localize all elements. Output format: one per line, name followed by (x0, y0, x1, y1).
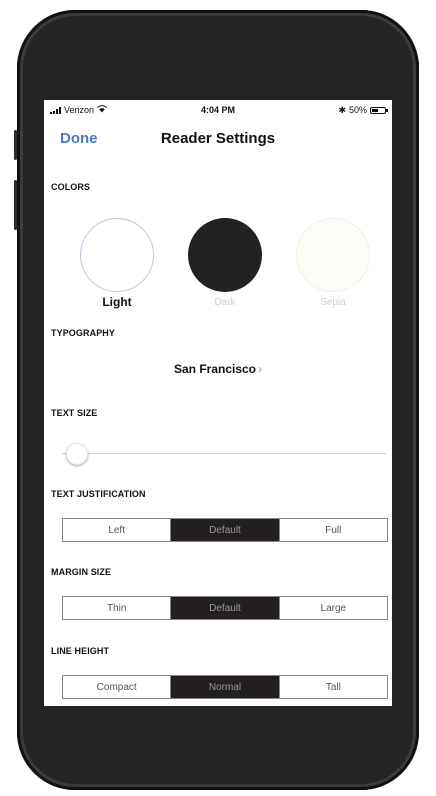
text-size-section-label: TEXT SIZE (51, 408, 98, 418)
color-label-sepia: Sepia (320, 297, 346, 308)
slider-thumb[interactable] (66, 443, 88, 465)
font-name: San Francisco (173, 362, 257, 376)
justification-section-label: TEXT JUSTIFICATION (51, 489, 146, 499)
justification-option-full[interactable]: Full (280, 519, 387, 541)
nav-bar: Done Reader Settings (44, 128, 392, 152)
color-swatch-light[interactable] (80, 218, 154, 292)
volume-button (14, 180, 17, 230)
margin-section-label: MARGIN SIZE (51, 567, 112, 577)
justification-control: Left Default Full (62, 518, 388, 542)
colors-section-label: COLORS (51, 182, 91, 192)
font-selector[interactable]: San Francisco › (44, 362, 392, 376)
reader-settings-screen: Verizon 4:04 PM ✱ 50% Done Reader Settin… (44, 100, 392, 706)
margin-control: Thin Default Large (62, 596, 388, 620)
justification-option-default[interactable]: Default (171, 519, 280, 541)
slider-track (62, 453, 386, 454)
margin-option-large[interactable]: Large (280, 597, 387, 619)
line-height-option-tall[interactable]: Tall (280, 676, 387, 698)
text-size-slider[interactable] (62, 443, 386, 470)
status-time: 4:04 PM (200, 105, 235, 115)
typography-section-label: TYPOGRAPHY (51, 328, 116, 338)
page-title: Reader Settings (160, 130, 276, 147)
line-height-option-normal[interactable]: Normal (171, 676, 280, 698)
battery-icon (370, 106, 388, 114)
line-height-option-compact[interactable]: Compact (63, 676, 172, 698)
side-button (14, 130, 17, 160)
color-label-light: Light (102, 295, 132, 309)
chevron-right-icon: › (258, 362, 263, 376)
status-bar: Verizon 4:04 PM ✱ 50% (50, 104, 388, 116)
line-height-control: Compact Normal Tall (62, 675, 388, 699)
line-height-section-label: LINE HEIGHT (51, 646, 110, 656)
color-swatch-dark[interactable] (188, 218, 262, 292)
margin-option-default[interactable]: Default (171, 597, 280, 619)
color-swatch-sepia[interactable] (296, 218, 370, 292)
justification-option-left[interactable]: Left (63, 519, 172, 541)
margin-option-thin[interactable]: Thin (63, 597, 172, 619)
color-label-dark: Dark (214, 297, 236, 308)
